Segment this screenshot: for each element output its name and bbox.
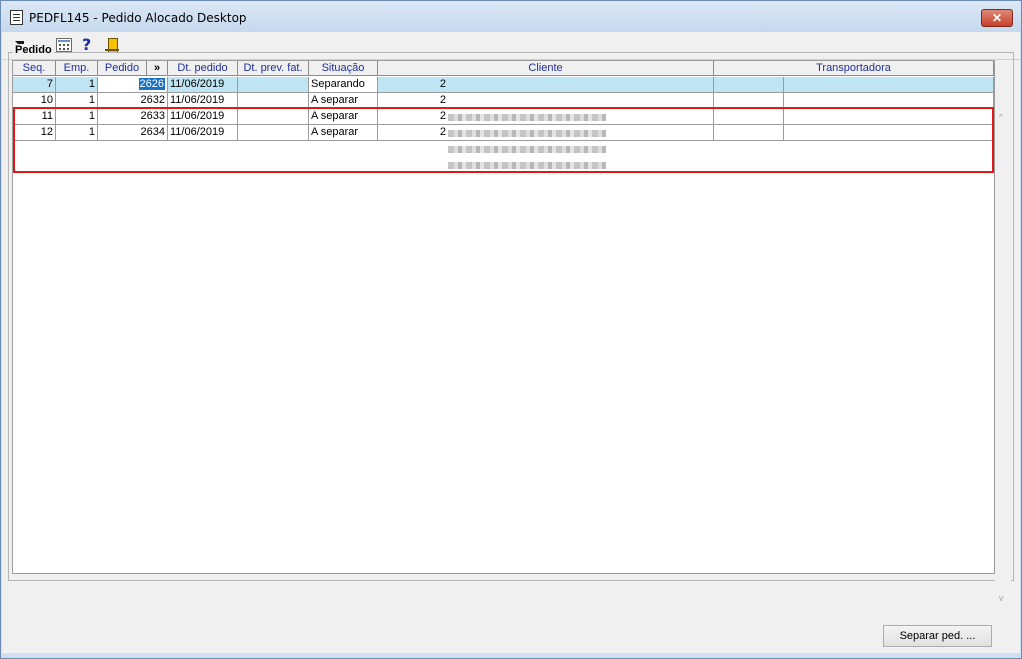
cell-emp: 1 xyxy=(56,109,98,125)
cell-cliente-code: 2 xyxy=(378,93,448,109)
table-row[interactable]: 7 1 2626 11/06/2019 Separando 2 xyxy=(13,77,994,93)
exit-icon[interactable] xyxy=(104,37,120,53)
cell-seq: 11 xyxy=(13,109,56,125)
title-bar[interactable]: PEDFL145 - Pedido Alocado Desktop ✕ xyxy=(1,1,1021,33)
cell-emp: 1 xyxy=(56,93,98,109)
redacted-client-name xyxy=(448,130,606,137)
cell-seq: 12 xyxy=(13,125,56,141)
cell-transportadora xyxy=(784,109,994,125)
cell-dt-prev-fat xyxy=(238,125,309,141)
cell-seq: 7 xyxy=(13,77,56,93)
cell-cliente-name xyxy=(448,93,714,109)
calculator-icon[interactable] xyxy=(56,38,72,52)
col-header-seq[interactable]: Seq. xyxy=(13,61,56,76)
close-button[interactable]: ✕ xyxy=(981,9,1013,27)
cell-pedido: 2634 xyxy=(98,125,168,141)
cell-pedido[interactable]: 2626 xyxy=(98,77,168,93)
vertical-scrollbar[interactable]: ^ v xyxy=(995,108,1011,604)
scroll-up-icon[interactable]: ^ xyxy=(999,113,1007,122)
grid-header: Seq. Emp. Pedido » Dt. pedido Dt. prev. … xyxy=(13,61,994,76)
cell-dt-prev-fat xyxy=(238,109,309,125)
cell-cliente-name xyxy=(448,77,714,93)
cell-pedido: 2632 xyxy=(98,93,168,109)
cell-situacao: Separando xyxy=(309,77,378,93)
col-header-dt-pedido[interactable]: Dt. pedido xyxy=(168,61,238,76)
cell-situacao: A separar xyxy=(309,93,378,109)
col-header-transportadora[interactable]: Transportadora xyxy=(714,61,994,76)
redacted-client-name xyxy=(448,146,606,153)
window-title: PEDFL145 - Pedido Alocado Desktop xyxy=(29,11,247,25)
cell-emp: 1 xyxy=(56,125,98,141)
cell-dt-prev-fat xyxy=(238,77,309,93)
cell-dt-pedido: 11/06/2019 xyxy=(168,125,238,141)
cell-pedido-value: 2626 xyxy=(138,78,165,90)
cell-pedido: 2633 xyxy=(98,109,168,125)
cell-transportadora xyxy=(784,77,994,93)
cell-dt-pedido: 11/06/2019 xyxy=(168,93,238,109)
orders-grid[interactable]: Seq. Emp. Pedido » Dt. pedido Dt. prev. … xyxy=(12,60,995,574)
table-row[interactable]: 10 1 2632 11/06/2019 A separar 2 xyxy=(13,93,994,109)
cell-cliente-code: 2 xyxy=(378,125,448,141)
col-header-expand[interactable]: » xyxy=(147,61,168,76)
cell-emp: 1 xyxy=(56,77,98,93)
col-header-emp[interactable]: Emp. xyxy=(56,61,98,76)
document-icon xyxy=(10,10,23,25)
cell-dt-prev-fat xyxy=(238,93,309,109)
cell-transportadora-code xyxy=(714,93,784,109)
col-header-cliente[interactable]: Cliente xyxy=(378,61,714,76)
cell-cliente-code: 2 xyxy=(378,109,448,125)
cell-transportadora xyxy=(784,125,994,141)
cell-situacao: A separar xyxy=(309,109,378,125)
col-header-pedido[interactable]: Pedido xyxy=(98,61,147,76)
redacted-client-name xyxy=(448,162,606,169)
cell-seq: 10 xyxy=(13,93,56,109)
app-window: PEDFL145 - Pedido Alocado Desktop ✕ ? Pe… xyxy=(0,0,1022,659)
redacted-client-name xyxy=(448,114,606,121)
cell-transportadora-code xyxy=(714,77,784,93)
col-header-dt-prev-fat[interactable]: Dt. prev. fat. xyxy=(238,61,309,76)
group-label: Pedido xyxy=(13,44,54,56)
separar-pedido-button[interactable]: Separar ped. ... xyxy=(883,625,992,647)
cell-dt-pedido: 11/06/2019 xyxy=(168,77,238,93)
col-header-situacao[interactable]: Situação xyxy=(309,61,378,76)
cell-transportadora-code xyxy=(714,125,784,141)
cell-transportadora xyxy=(784,93,994,109)
cell-transportadora-code xyxy=(714,109,784,125)
cell-cliente-code: 2 xyxy=(378,77,448,93)
scroll-down-icon[interactable]: v xyxy=(999,594,1007,603)
cell-dt-pedido: 11/06/2019 xyxy=(168,109,238,125)
help-icon[interactable]: ? xyxy=(82,37,98,53)
cell-situacao: A separar xyxy=(309,125,378,141)
